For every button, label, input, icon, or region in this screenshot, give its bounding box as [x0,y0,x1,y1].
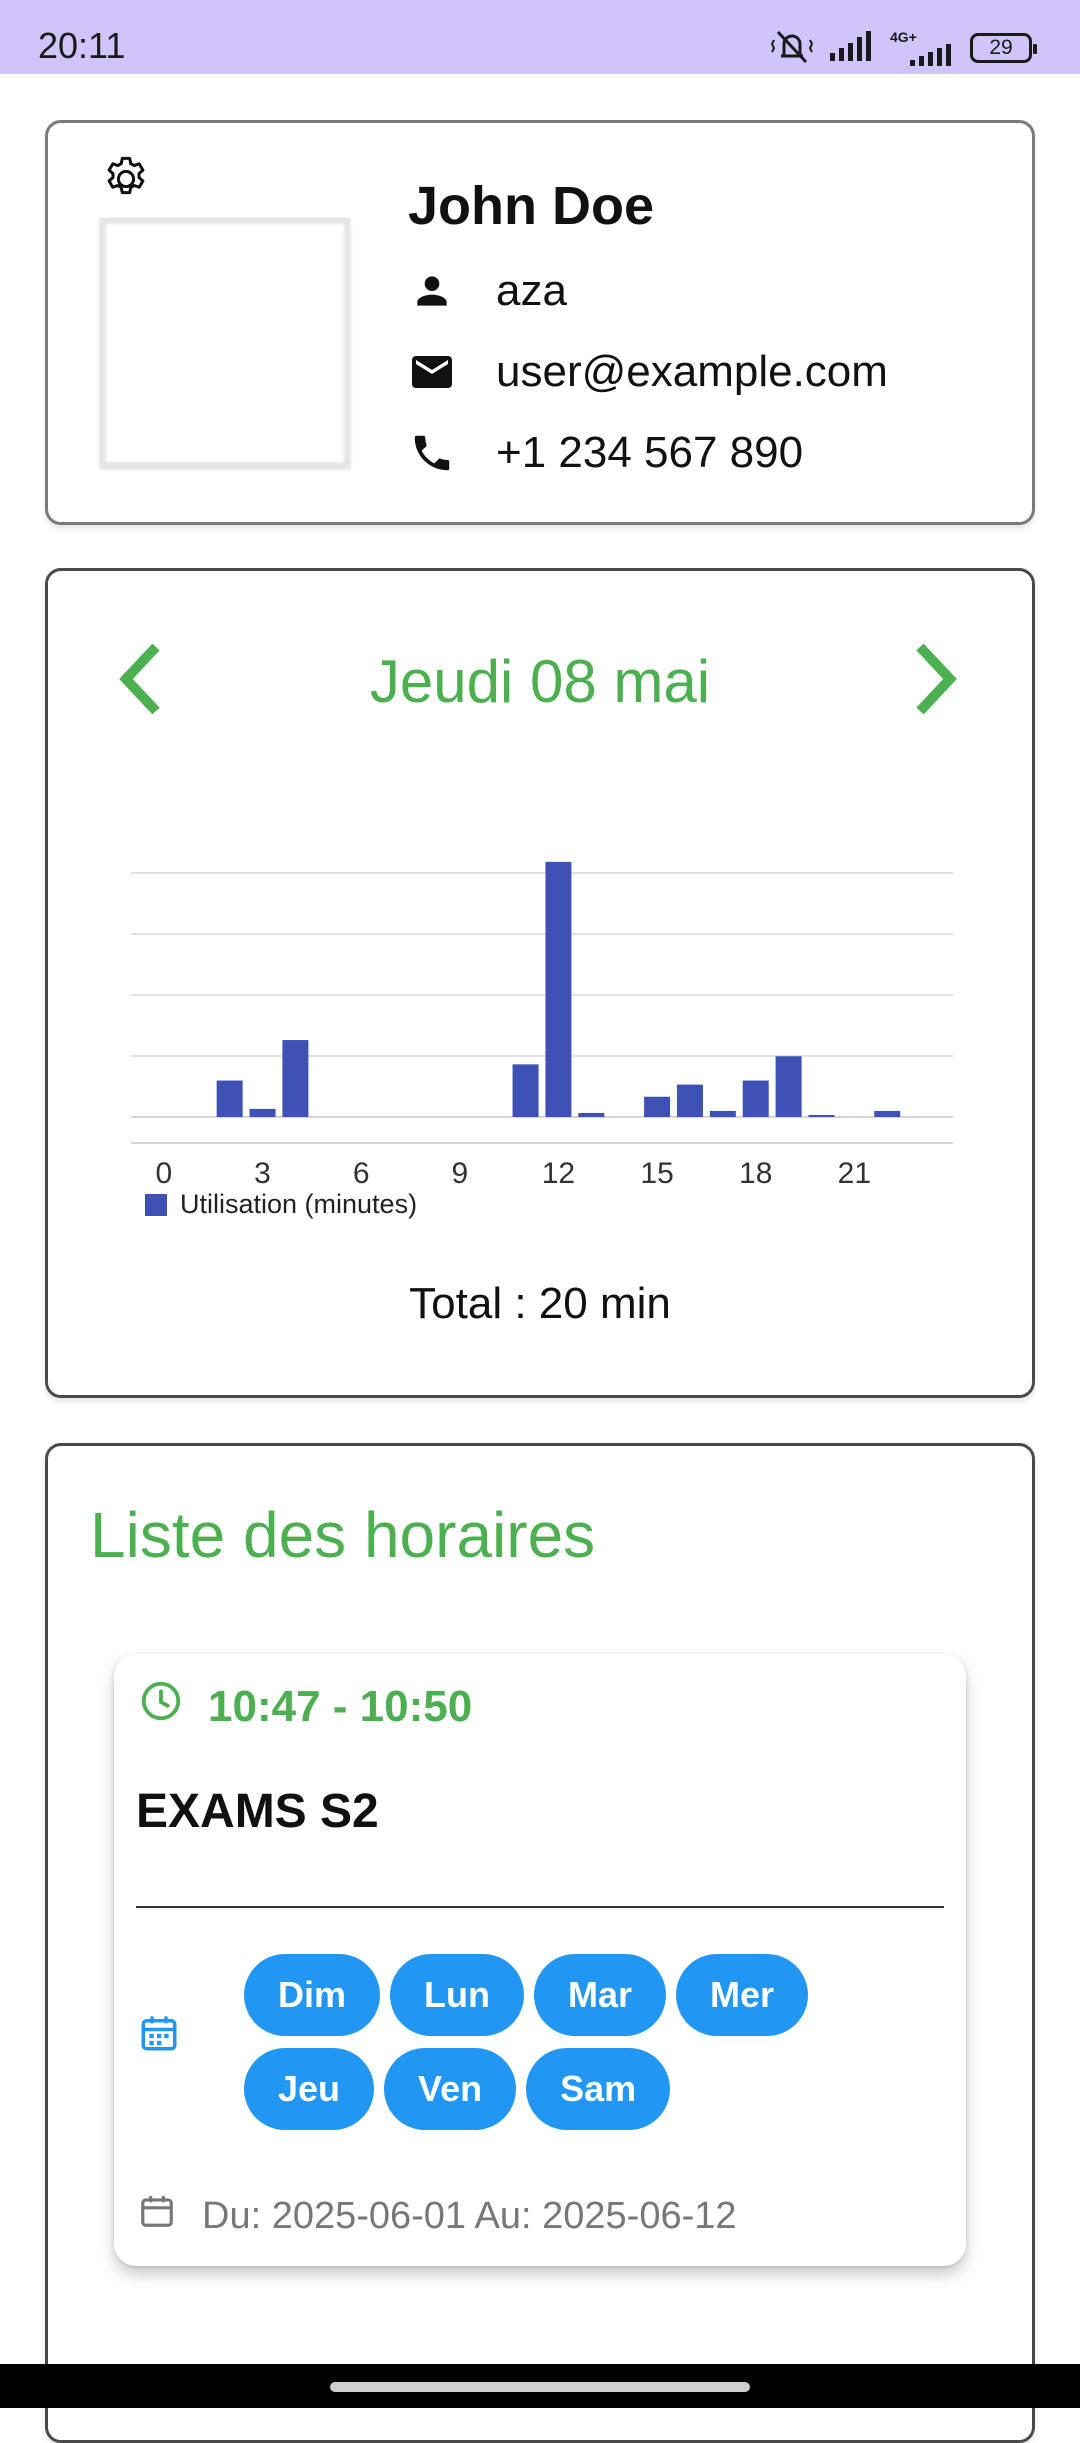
signal-icon [828,29,876,68]
schedule-name: EXAMS S2 [136,1785,379,1838]
home-gesture-handle[interactable] [330,2382,750,2392]
day-chip-lun[interactable]: Lun [390,1954,524,2036]
chart-bar [512,1064,539,1117]
chart-x-tick-label: 15 [640,1157,673,1190]
chart-bar [742,1080,769,1117]
schedule-date-range-row: Du: 2025-06-01 Au: 2025-06-12 [138,2192,737,2240]
chart-x-tick-label: 9 [451,1157,468,1190]
chart-bar [709,1110,736,1117]
chart-legend-swatch [145,1194,167,1216]
chart-x-tick-label: 0 [156,1157,173,1190]
silent-vibrate-icon [770,26,814,71]
schedule-list-title: Liste des horaires [90,1499,596,1571]
schedule-card: Liste des horaires 10:47 - 10:50 EXAMS S… [45,1443,1035,2443]
chart-bar [216,1080,243,1117]
signal-icon-2 [910,44,951,66]
day-chip-mer[interactable]: Mer [676,1954,809,2036]
clock-icon [138,1678,184,1735]
schedule-time-row: 10:47 - 10:50 [138,1678,472,1735]
usage-bar-chart: 0 3 6 9 12 15 18 21 Utilisation (minutes) [131,861,953,1219]
person-icon [408,267,456,315]
schedule-item[interactable]: 10:47 - 10:50 EXAMS S2 Dim Lun Mar Mer J… [114,1654,966,2266]
chart-bar [775,1056,802,1117]
chart-bar [676,1084,703,1117]
email-row: user@example.com [408,342,888,402]
mail-icon [408,348,456,396]
network-label: 4G+ [890,29,917,45]
chart-legend-label: Utilisation (minutes) [180,1189,417,1219]
chart-bar [808,1114,835,1117]
day-chip-ven[interactable]: Ven [384,2048,517,2130]
chart-bar [874,1110,901,1117]
chart-x-tick-label: 18 [739,1157,772,1190]
chart-x-tick-label: 6 [353,1157,370,1190]
day-chip-sam[interactable]: Sam [526,2048,671,2130]
day-chip-jeu[interactable]: Jeu [244,2048,375,2130]
phone-row: +1 234 567 890 [408,423,803,483]
chart-bar [282,1040,309,1117]
phone-text: +1 234 567 890 [496,428,804,477]
battery-level: 29 [989,36,1013,59]
chart-x-tick-label: 12 [542,1157,575,1190]
username-row: aza [408,261,567,321]
status-bar: 20:11 4G+ 29 [0,0,1080,74]
schedule-time-range: 10:47 - 10:50 [208,1681,473,1731]
phone-icon [408,429,456,477]
chart-bar [644,1096,671,1117]
day-chip-dim[interactable]: Dim [244,1954,381,2036]
battery-icon: 29 [970,33,1037,63]
username-text: aza [496,266,567,315]
chart-bar [249,1108,276,1117]
profile-card: John Doe aza user@example.com +1 234 567… [45,120,1035,525]
divider [136,1906,944,1908]
total-usage-text: Total : 20 min [409,1279,671,1328]
schedule-date-range: Du: 2025-06-01 Au: 2025-06-12 [202,2194,737,2237]
status-time: 20:11 [38,25,126,66]
chart-bar [545,861,572,1117]
chart-x-tick-label: 3 [254,1157,271,1190]
calendar-icon [138,2192,176,2240]
email-text: user@example.com [496,347,888,396]
calendar-days-icon [138,2012,180,2059]
profile-name: John Doe [408,176,655,236]
chart-x-tick-label: 21 [838,1157,871,1190]
system-nav-bar [0,2364,1080,2408]
day-chips: Dim Lun Mar Mer Jeu Ven Sam [244,1954,944,2130]
chart-bar [578,1112,605,1117]
avatar[interactable] [100,218,350,468]
gear-icon[interactable] [100,153,152,210]
day-chip-mar[interactable]: Mar [534,1954,667,2036]
network-indicator: 4G+ [890,30,956,66]
usage-card: Jeudi 08 mai 0 3 6 9 12 15 18 21 Utilisation (mi… [45,568,1035,1398]
status-icons: 4G+ 29 [770,26,1037,71]
